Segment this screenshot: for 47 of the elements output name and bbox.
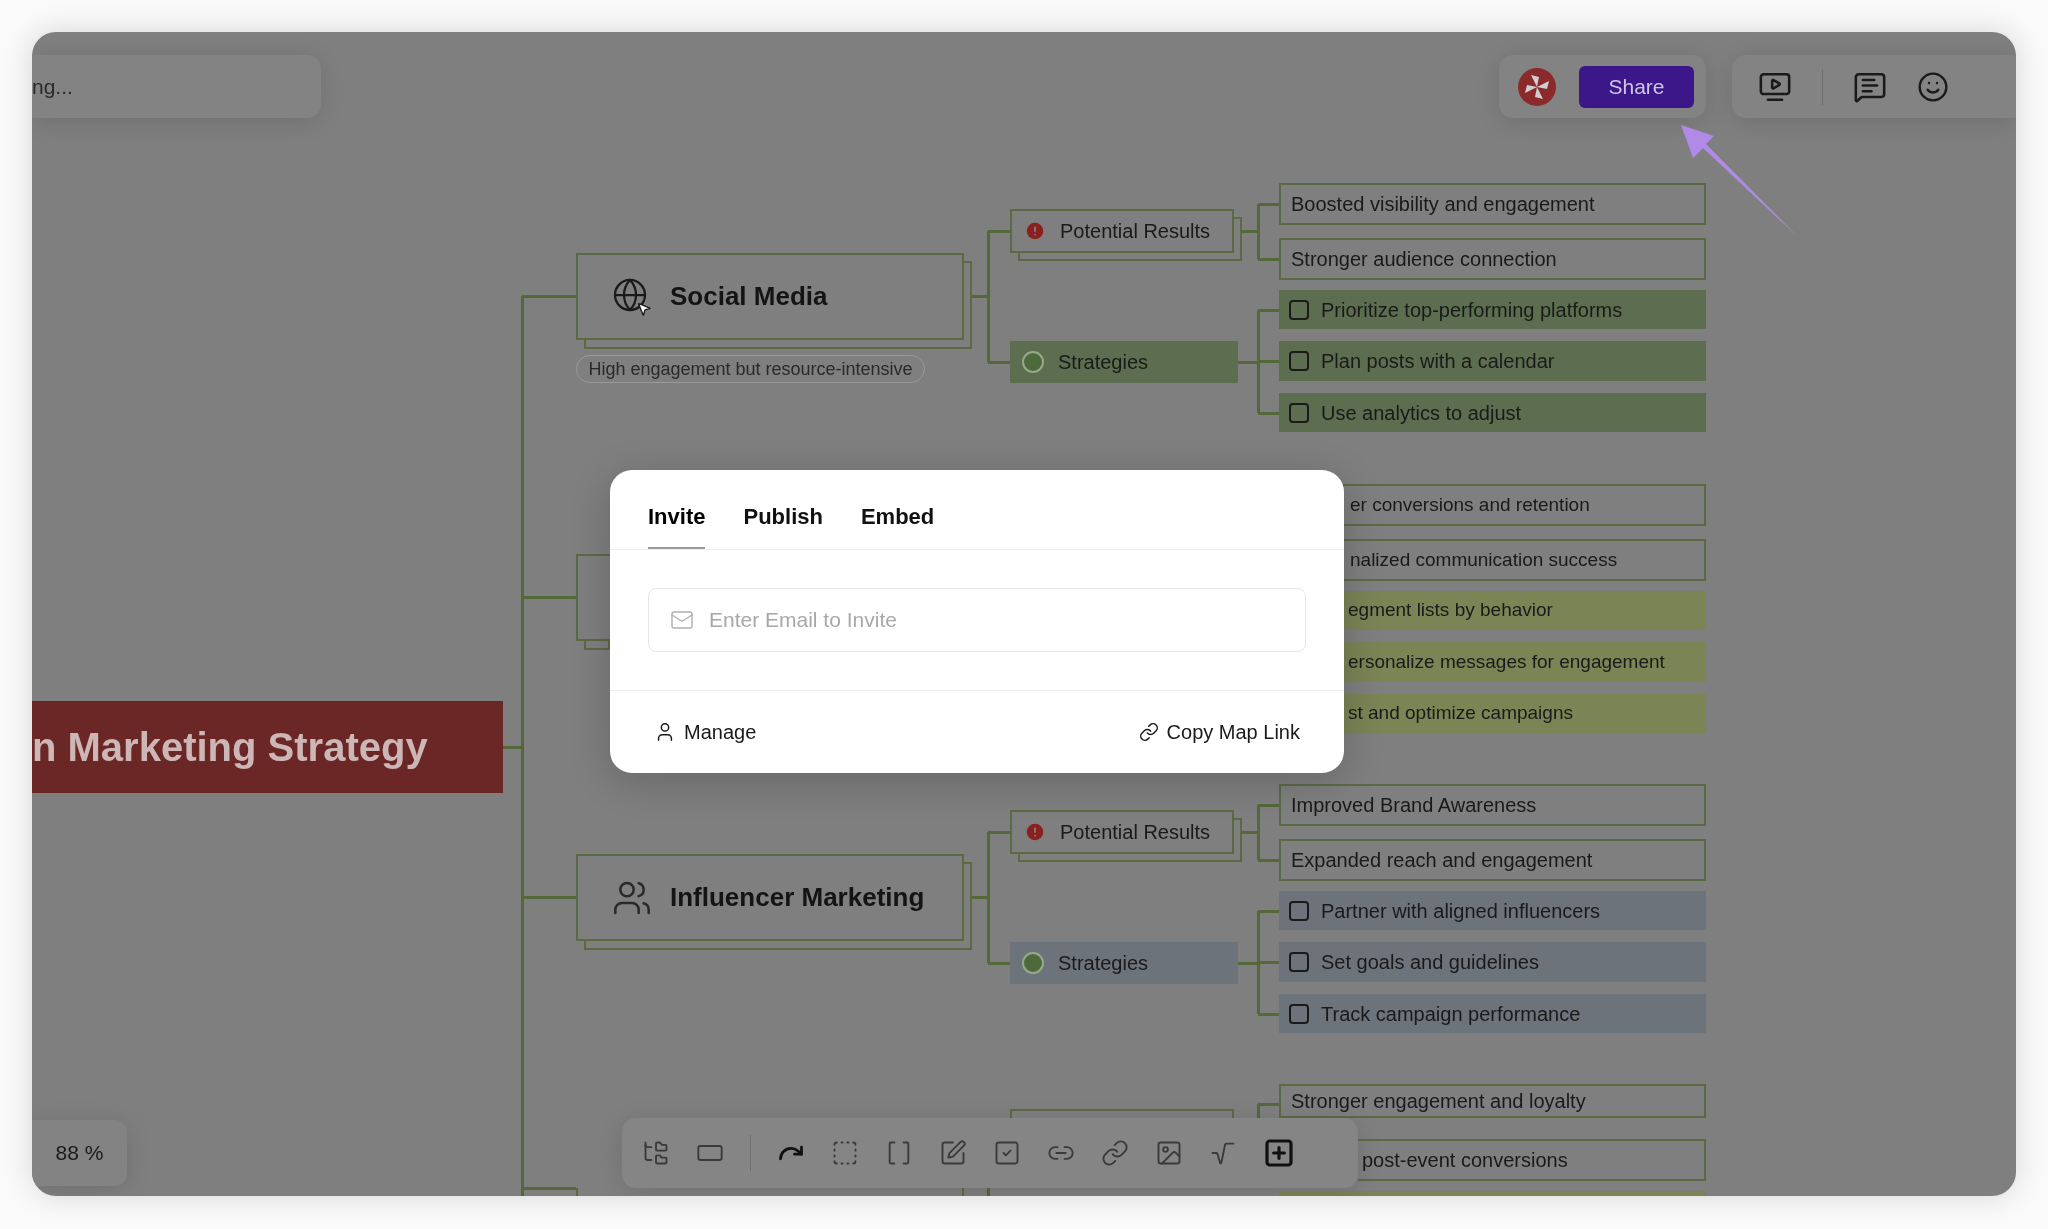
link-icon <box>1138 722 1159 742</box>
manage-button[interactable]: Manage <box>654 717 757 747</box>
subtopic-node[interactable]: Strategies <box>1010 341 1238 383</box>
leaf-node[interactable]: Plan posts with a calendar <box>1279 341 1706 381</box>
subtopic-node[interactable]: Strategies <box>1010 942 1238 984</box>
leaf-node[interactable]: Partner with aligned influencers <box>1279 891 1706 930</box>
leaf-node[interactable]: Set goals and guidelines <box>1279 942 1706 982</box>
chain-icon[interactable] <box>1101 1139 1129 1167</box>
topic-node[interactable]: Social Media <box>576 253 964 340</box>
root-node[interactable]: n Marketing Strategy <box>32 701 503 793</box>
note-icon[interactable] <box>939 1139 967 1167</box>
leaf-node[interactable]: post-event conversions <box>1358 1139 1706 1181</box>
smiley-icon[interactable] <box>1917 70 1949 103</box>
checkbox[interactable] <box>1289 402 1309 423</box>
globe-cursor-icon <box>612 276 652 317</box>
leaf-node[interactable]: Prioritize top-performing platforms <box>1279 290 1706 329</box>
tree-icon[interactable] <box>642 1139 670 1167</box>
checkbox-icon[interactable] <box>993 1139 1021 1167</box>
alert-icon <box>1024 821 1046 843</box>
logo-icon[interactable] <box>1517 66 1557 107</box>
share-button[interactable]: Share <box>1579 65 1694 108</box>
dashed-square-icon[interactable] <box>831 1139 859 1167</box>
dialog-tab[interactable]: Embed <box>860 500 935 549</box>
add-icon[interactable] <box>1263 1137 1295 1169</box>
dialog-tab[interactable]: Invite <box>648 500 706 549</box>
zoom-level[interactable]: 88 % <box>32 1120 127 1186</box>
checkbox[interactable] <box>1289 351 1309 371</box>
checkbox[interactable] <box>1289 900 1309 921</box>
subtopic-node[interactable]: Potential Results <box>1010 810 1234 854</box>
leaf-node[interactable]: Track campaign performance <box>1279 994 1706 1033</box>
leaf-node[interactable]: Stronger audience connection <box>1279 238 1706 280</box>
checkbox[interactable] <box>1289 299 1309 320</box>
leaf-node[interactable]: Improved Brand Awareness <box>1279 784 1706 826</box>
email-field[interactable]: Enter Email to Invite <box>648 588 1306 652</box>
leaf-node[interactable]: Boosted visibility and engagement <box>1279 183 1706 225</box>
checkbox[interactable] <box>1289 952 1309 972</box>
alert-icon <box>1024 220 1046 242</box>
leaf-node[interactable]: Use analytics to adjust <box>1279 393 1706 432</box>
search-field[interactable]: ng... <box>32 55 321 118</box>
dialog-tab[interactable]: Publish <box>743 500 823 549</box>
image-icon[interactable] <box>1155 1139 1183 1167</box>
subtopic-node[interactable]: Potential Results <box>1010 209 1234 253</box>
leaf-node[interactable]: Stronger engagement and loyalty <box>1279 1084 1706 1118</box>
leaf-node[interactable]: Expanded reach and engagement <box>1279 839 1706 881</box>
topic-node[interactable]: Influencer Marketing <box>576 854 964 941</box>
checkbox[interactable] <box>1289 1003 1309 1024</box>
mail-icon <box>670 608 694 632</box>
